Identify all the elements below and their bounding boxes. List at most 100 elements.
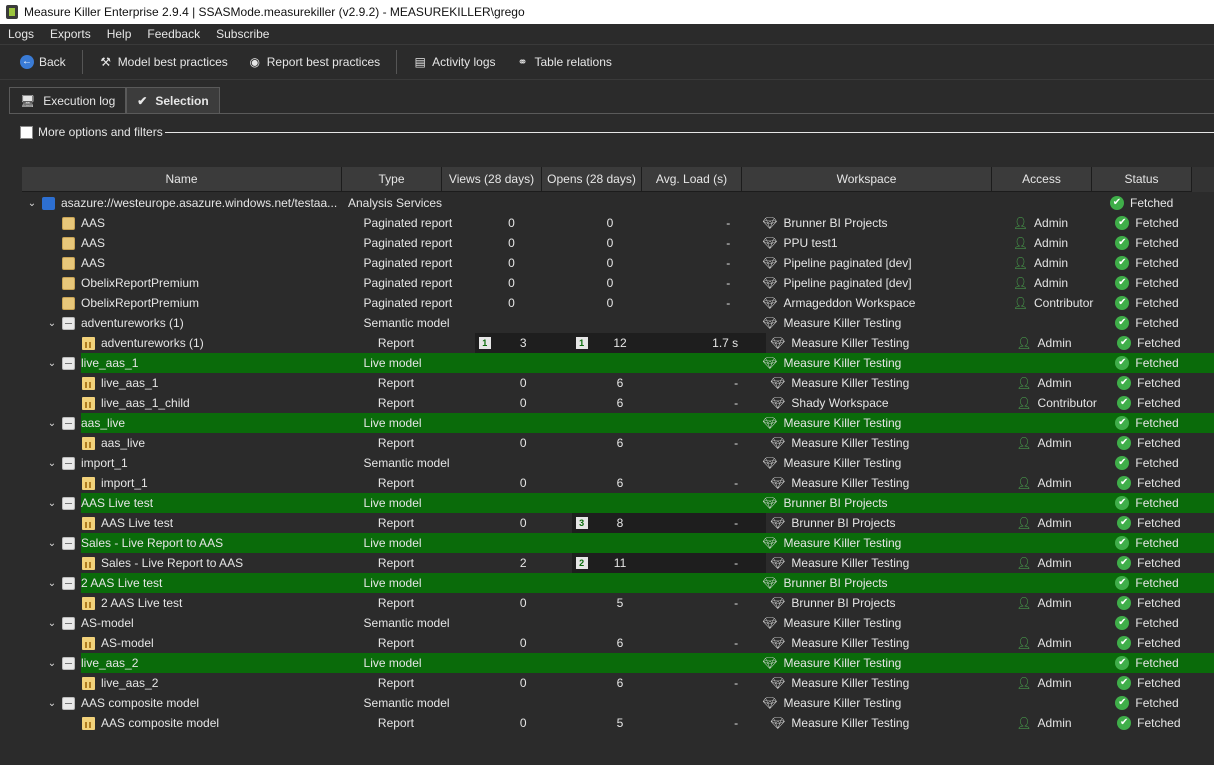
- model-best-practices-button[interactable]: ⚒ Model best practices: [89, 48, 238, 76]
- table-row[interactable]: ⌄ aas_live Live model 💎︎ Measure Killer Test…: [22, 413, 1214, 433]
- name-cell[interactable]: ⌄ 2 AAS Live test: [22, 573, 362, 593]
- chevron-down-icon[interactable]: ⌄: [46, 418, 58, 429]
- table-row[interactable]: AS-model Report 0 6 - 💎︎ Measure Killer Testin…: [22, 633, 1214, 653]
- name-cell[interactable]: live_aas_1: [22, 373, 376, 393]
- column-header-opens[interactable]: Opens (28 days): [542, 167, 642, 192]
- name-cell[interactable]: AAS: [22, 233, 362, 253]
- table-row[interactable]: aas_live Report 0 6 - 💎︎ Measure Killer Testin…: [22, 433, 1214, 453]
- table-row[interactable]: AAS Paginated report 0 0 - 💎︎ Brunner BI Proje…: [22, 213, 1214, 233]
- name-cell[interactable]: AS-model: [22, 633, 376, 653]
- table-row[interactable]: ⌄ Sales - Live Report to AAS Live model 💎︎ M…: [22, 533, 1214, 553]
- chevron-down-icon[interactable]: ⌄: [46, 358, 58, 369]
- column-header-avg-load[interactable]: Avg. Load (s): [642, 167, 742, 192]
- workspace-cell: 💎︎ Measure Killer Testing: [758, 533, 1009, 553]
- status-value: Fetched: [1137, 476, 1181, 490]
- status-cell: ✔ Fetched: [1111, 533, 1214, 553]
- table-relations-button[interactable]: ⚭ Table relations: [506, 48, 622, 76]
- table-row[interactable]: ⌄ live_aas_1 Live model 💎︎ Measure Killer Te…: [22, 353, 1214, 373]
- paginated-report-icon: [62, 236, 75, 250]
- column-header-access[interactable]: Access: [992, 167, 1092, 192]
- name-cell[interactable]: ⌄ AAS Live test: [22, 493, 362, 513]
- name-cell[interactable]: ⌄ import_1: [22, 453, 362, 473]
- tab-selection[interactable]: ✔ Selection: [126, 87, 220, 114]
- table-row[interactable]: 2 AAS Live test Report 0 5 - 💎︎ Brunner BI Pro…: [22, 593, 1214, 613]
- workspace-name: Measure Killer Testing: [791, 676, 910, 690]
- table-row[interactable]: live_aas_2 Report 0 6 - 💎︎ Measure Killer Test…: [22, 673, 1214, 693]
- chevron-down-icon[interactable]: ⌄: [46, 318, 58, 329]
- name-cell[interactable]: live_aas_2: [22, 673, 376, 693]
- chevron-down-icon[interactable]: ⌄: [46, 618, 58, 629]
- table-row[interactable]: live_aas_1 Report 0 6 - 💎︎ Measure Killer Test…: [22, 373, 1214, 393]
- table-row[interactable]: ⌄ import_1 Semantic model 💎︎ Measure Killer …: [22, 453, 1214, 473]
- column-header-views[interactable]: Views (28 days): [442, 167, 542, 192]
- table-row[interactable]: ObelixReportPremium Paginated report 0 0 - 💎︎…: [22, 273, 1214, 293]
- name-cell[interactable]: aas_live: [22, 433, 376, 453]
- opens-cell: 1 12: [571, 333, 669, 353]
- status-value: Fetched: [1135, 616, 1179, 630]
- name-cell[interactable]: ⌄ asazure://westeurope.asazure.windows.ne…: [22, 193, 346, 213]
- column-header-workspace[interactable]: Workspace: [742, 167, 992, 192]
- table-row[interactable]: adventureworks (1) Report 1 3 1 12 1.7 s 💎︎ Meas…: [22, 333, 1214, 353]
- table-row[interactable]: ⌄ adventureworks (1) Semantic model 💎︎ Measu…: [22, 313, 1214, 333]
- chevron-down-icon[interactable]: ⌄: [46, 498, 58, 509]
- chevron-down-icon[interactable]: ⌄: [26, 198, 38, 209]
- name-cell[interactable]: ObelixReportPremium: [22, 293, 362, 313]
- table-row[interactable]: ⌄ AAS Live test Live model 💎︎ Brunner BI Pro…: [22, 493, 1214, 513]
- table-row[interactable]: AAS composite model Report 0 5 - 💎︎ Measure Ki…: [22, 713, 1214, 733]
- name-cell[interactable]: 2 AAS Live test: [22, 593, 376, 613]
- table-row[interactable]: AAS Live test Report 0 3 8- 💎︎ Brunner BI Proj…: [22, 513, 1214, 533]
- menu-subscribe[interactable]: Subscribe: [208, 27, 277, 41]
- table-row[interactable]: ⌄ 2 AAS Live test Live model 💎︎ Brunner BI P…: [22, 573, 1214, 593]
- column-header-name[interactable]: Name: [22, 167, 342, 192]
- name-cell[interactable]: ⌄ live_aas_2: [22, 653, 362, 673]
- chevron-down-icon[interactable]: ⌄: [46, 578, 58, 589]
- menu-feedback[interactable]: Feedback: [139, 27, 208, 41]
- name-cell[interactable]: AAS: [22, 213, 362, 233]
- chevron-down-icon[interactable]: ⌄: [46, 458, 58, 469]
- table-row[interactable]: ⌄ AS-model Semantic model 💎︎ Measure Killer …: [22, 613, 1214, 633]
- name-cell[interactable]: ⌄ adventureworks (1): [22, 313, 362, 333]
- chevron-down-icon[interactable]: ⌄: [46, 698, 58, 709]
- name-cell[interactable]: live_aas_1_child: [22, 393, 376, 413]
- name-cell[interactable]: ⌄ Sales - Live Report to AAS: [22, 533, 362, 553]
- item-name: import_1: [81, 456, 128, 470]
- table-row[interactable]: import_1 Report 0 6 - 💎︎ Measure Killer Testin…: [22, 473, 1214, 493]
- table-row[interactable]: Sales - Live Report to AAS Report 2 2 11 - 💎︎ M…: [22, 553, 1214, 573]
- name-cell[interactable]: ⌄ aas_live: [22, 413, 362, 433]
- name-cell[interactable]: Sales - Live Report to AAS: [22, 553, 376, 573]
- activity-logs-button[interactable]: ▤ Activity logs: [403, 48, 505, 76]
- table-row[interactable]: ⌄ AAS composite model Semantic model 💎︎ Meas…: [22, 693, 1214, 713]
- name-cell[interactable]: AAS Live test: [22, 513, 376, 533]
- table-row[interactable]: ObelixReportPremium Paginated report 0 0 - 💎︎…: [22, 293, 1214, 313]
- back-button[interactable]: ← Back: [10, 48, 76, 76]
- avg-load-cell: [659, 493, 759, 513]
- name-cell[interactable]: ObelixReportPremium: [22, 273, 362, 293]
- table-row[interactable]: ⌄ asazure://westeurope.asazure.windows.ne…: [22, 193, 1214, 213]
- avg-load-cell: [648, 193, 748, 213]
- more-options-checkbox[interactable]: [20, 125, 33, 139]
- name-cell[interactable]: import_1: [22, 473, 376, 493]
- name-cell[interactable]: AAS: [22, 253, 362, 273]
- name-cell[interactable]: ⌄ live_aas_1: [22, 353, 362, 373]
- table-row[interactable]: ⌄ live_aas_2 Live model 💎︎ Measure Killer Te…: [22, 653, 1214, 673]
- menu-exports[interactable]: Exports: [42, 27, 99, 41]
- chevron-down-icon[interactable]: ⌄: [46, 538, 58, 549]
- column-header-status[interactable]: Status: [1092, 167, 1192, 192]
- workspace-cell: 💎︎ Brunner BI Projects: [766, 593, 1012, 613]
- tab-execution-log[interactable]: 🖥 Execution log: [9, 87, 127, 114]
- opens-cell: [560, 493, 660, 513]
- name-cell[interactable]: ⌄ AAS composite model: [22, 693, 362, 713]
- opens-cell: [560, 573, 660, 593]
- name-cell[interactable]: adventureworks (1): [22, 333, 376, 353]
- name-cell[interactable]: ⌄ AS-model: [22, 613, 362, 633]
- menu-help[interactable]: Help: [99, 27, 140, 41]
- chevron-down-icon[interactable]: ⌄: [46, 658, 58, 669]
- table-row[interactable]: AAS Paginated report 0 0 - 💎︎ Pipeline paginat…: [22, 253, 1214, 273]
- menu-logs[interactable]: Logs: [0, 27, 42, 41]
- name-cell[interactable]: AAS composite model: [22, 713, 376, 733]
- report-best-practices-button[interactable]: ◉ Report best practices: [238, 48, 390, 76]
- table-row[interactable]: AAS Paginated report 0 0 - 💎︎ PPU test1 👤︎ Admin…: [22, 233, 1214, 253]
- column-header-type[interactable]: Type: [342, 167, 442, 192]
- status-cell: ✔ Fetched: [1111, 353, 1214, 373]
- table-row[interactable]: live_aas_1_child Report 0 6 - 💎︎ Shady Workspa…: [22, 393, 1214, 413]
